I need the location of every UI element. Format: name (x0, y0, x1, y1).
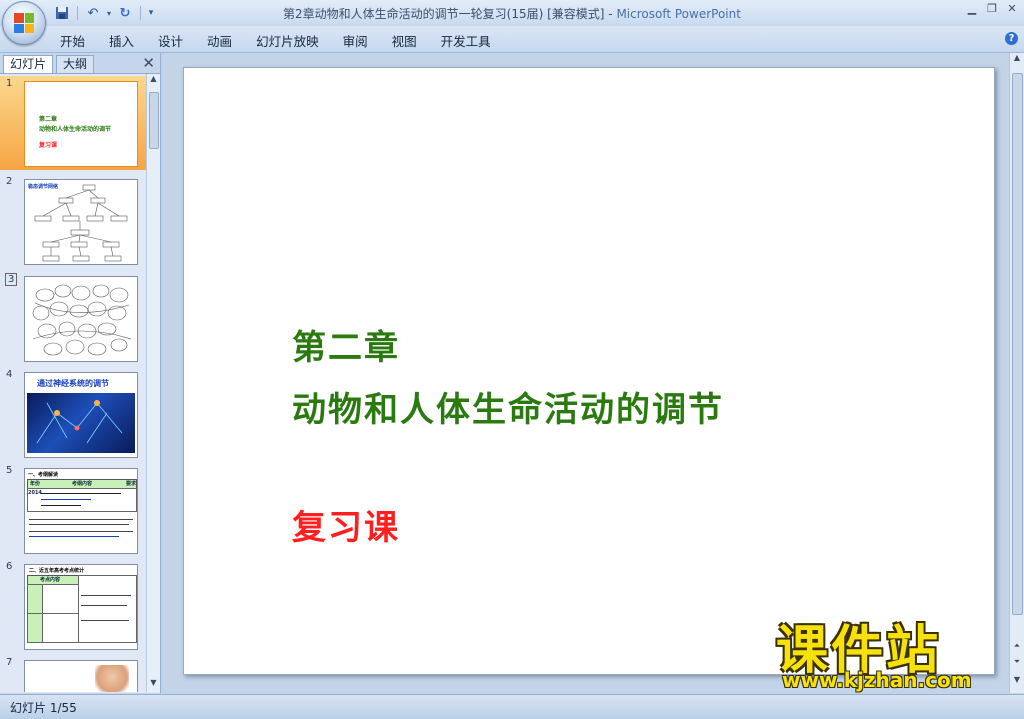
tab-developer[interactable]: 开发工具 (429, 31, 503, 50)
thumbnail-image: 第二章 动物和人体生命活动的调节 复习课 (24, 81, 138, 167)
tab-slides[interactable]: 幻灯片 (3, 55, 54, 73)
thumb-text: 动物和人体生命活动的调节 (39, 126, 112, 133)
current-slide[interactable]: 第二章 动物和人体生命活动的调节 复习课 (183, 67, 995, 675)
window-controls: ▁ ❐ ✕ (964, 2, 1020, 16)
thumb-text: 第二章 (39, 116, 58, 123)
thumbnail-number: 7 (6, 657, 13, 668)
slide-title-line1[interactable]: 第二章 (292, 320, 400, 369)
scroll-down-icon[interactable]: ▼ (1010, 675, 1024, 689)
ribbon-tabs: 开始 插入 设计 动画 幻灯片放映 审阅 视图 开发工具 ? (0, 26, 1024, 53)
thumbnail-item-5[interactable]: 5 一、考纲解读 年份 考纲内容 要求 2014 (0, 463, 146, 557)
title-bar: ↶ ▾ ↻ ▾ 第2章动物和人体生命活动的调节一轮复习(15届) [兼容模式] … (0, 0, 1024, 27)
thumbnail-item-3[interactable]: 3 (0, 271, 146, 365)
slide-counter: 幻灯片 1/55 (10, 701, 77, 715)
close-icon[interactable]: ✕ (142, 54, 155, 72)
slide-title-line2[interactable]: 动物和人体生命活动的调节 (292, 382, 724, 431)
office-button[interactable] (2, 1, 46, 45)
thumbnail-image: 通过神经系统的调节 (24, 372, 138, 458)
thumbnail-number: 4 (6, 369, 13, 380)
text-line (29, 519, 133, 520)
tab-outline[interactable]: 大纲 (56, 55, 95, 73)
scroll-down-icon[interactable]: ▼ (147, 678, 160, 692)
title-separator: - (604, 7, 617, 21)
tab-review[interactable]: 审阅 (331, 31, 380, 50)
slide-editor: 第二章 动物和人体生命活动的调节 复习课 (161, 53, 1010, 693)
panel-tabs: 幻灯片 大纲 ✕ (0, 53, 160, 74)
document-title: 第2章动物和人体生命活动的调节一轮复习(15届) [兼容模式] (283, 7, 605, 21)
close-icon[interactable]: ✕ (1004, 2, 1020, 16)
restore-icon[interactable]: ❐ (984, 2, 1000, 16)
text-line (41, 499, 91, 500)
thumbnail-item-6[interactable]: 6 二、近五年高考考点统计 考点内容 (0, 559, 146, 653)
window-title: 第2章动物和人体生命活动的调节一轮复习(15届) [兼容模式] - Micros… (0, 5, 1024, 22)
scrollbar-thumb[interactable] (1012, 73, 1023, 615)
scroll-up-icon[interactable]: ▲ (147, 74, 160, 88)
thumbnail-number: 5 (6, 465, 13, 476)
watermark-logo: 课件站 www.kjzhan.com (770, 612, 1010, 692)
next-slide-icon[interactable]: ⏷ (1010, 657, 1024, 671)
office-logo-icon (14, 13, 34, 33)
thumbnail-image: 一、考纲解读 年份 考纲内容 要求 2014 (24, 468, 138, 554)
thumbnail-item-2[interactable]: 2 稳态调节网络 (0, 174, 146, 268)
thumbnail-image: 稳态调节网络 (24, 179, 138, 265)
neuron-image (27, 393, 135, 453)
scroll-up-icon[interactable]: ▲ (1010, 53, 1024, 67)
table-cell (42, 584, 79, 614)
diagram-graphic (34, 184, 128, 262)
tab-view[interactable]: 视图 (380, 31, 429, 50)
app-name: Microsoft PowerPoint (616, 7, 741, 21)
text-line (29, 536, 119, 537)
tab-animations[interactable]: 动画 (195, 31, 244, 50)
tab-insert[interactable]: 插入 (97, 31, 146, 50)
thumbnail-image (24, 660, 138, 692)
tab-home[interactable]: 开始 (48, 31, 97, 50)
table-cell (78, 575, 137, 643)
slide-scrollbar[interactable]: ▲ ⏶ ⏷ ▼ (1009, 53, 1024, 693)
table-header-cell: 考点内容 (40, 577, 61, 583)
table-cell (42, 613, 79, 643)
text-line (29, 531, 133, 532)
table-header-cell: 年份 (30, 481, 41, 487)
thumbnail-list: 1 第二章 动物和人体生命活动的调节 复习课 2 稳态调节网络 3 4 通过神经… (0, 74, 146, 692)
table-header-cell: 考纲内容 (72, 481, 93, 487)
thumbnail-image (24, 276, 138, 362)
thumbnail-number: 2 (6, 176, 13, 187)
slide-subtitle[interactable]: 复习课 (292, 500, 400, 549)
text-line (41, 505, 81, 506)
thumbnail-item-1[interactable]: 1 第二章 动物和人体生命活动的调节 复习课 (0, 76, 146, 170)
status-bar: 幻灯片 1/55 (0, 694, 1024, 719)
text-line (29, 524, 129, 525)
scrollbar-thumb[interactable] (149, 92, 159, 149)
thumb-text: 2014 (28, 490, 42, 496)
text-line (81, 605, 127, 606)
thumbnail-number: 6 (6, 561, 13, 572)
minimize-icon[interactable]: ▁ (964, 2, 980, 16)
text-line (41, 493, 121, 494)
watermark-url: www.kjzhan.com (782, 668, 972, 692)
thumbnail-scrollbar[interactable]: ▲ ▼ (146, 74, 160, 692)
text-line (81, 620, 129, 621)
thumb-text: 一、考纲解读 (28, 472, 59, 478)
thumbnail-number: 3 (5, 273, 18, 286)
table-body (27, 488, 137, 512)
thumbnail-item-7[interactable]: 7 (0, 655, 146, 692)
thumb-text: 二、近五年高考考点统计 (29, 568, 85, 574)
thumbnail-image: 二、近五年高考考点统计 考点内容 (24, 564, 138, 650)
table-cell (27, 584, 43, 614)
thumb-text: 复习课 (39, 142, 58, 149)
thumbnail-number: 1 (6, 78, 13, 89)
tab-slideshow[interactable]: 幻灯片放映 (244, 31, 331, 50)
cell-illustration-graphic (32, 284, 132, 356)
thumbnail-item-4[interactable]: 4 通过神经系统的调节 (0, 367, 146, 461)
previous-slide-icon[interactable]: ⏶ (1010, 641, 1024, 655)
help-icon[interactable]: ? (1005, 32, 1018, 45)
table-cell (27, 613, 43, 643)
text-line (81, 595, 131, 596)
neuron-graphic (36, 400, 123, 444)
body-image (95, 665, 129, 692)
table-header-cell: 要求 (126, 481, 137, 487)
tab-design[interactable]: 设计 (146, 31, 195, 50)
slides-panel: 幻灯片 大纲 ✕ 1 第二章 动物和人体生命活动的调节 复习课 2 稳态调节网络 (0, 53, 161, 693)
thumb-text: 通过神经系统的调节 (37, 379, 109, 388)
